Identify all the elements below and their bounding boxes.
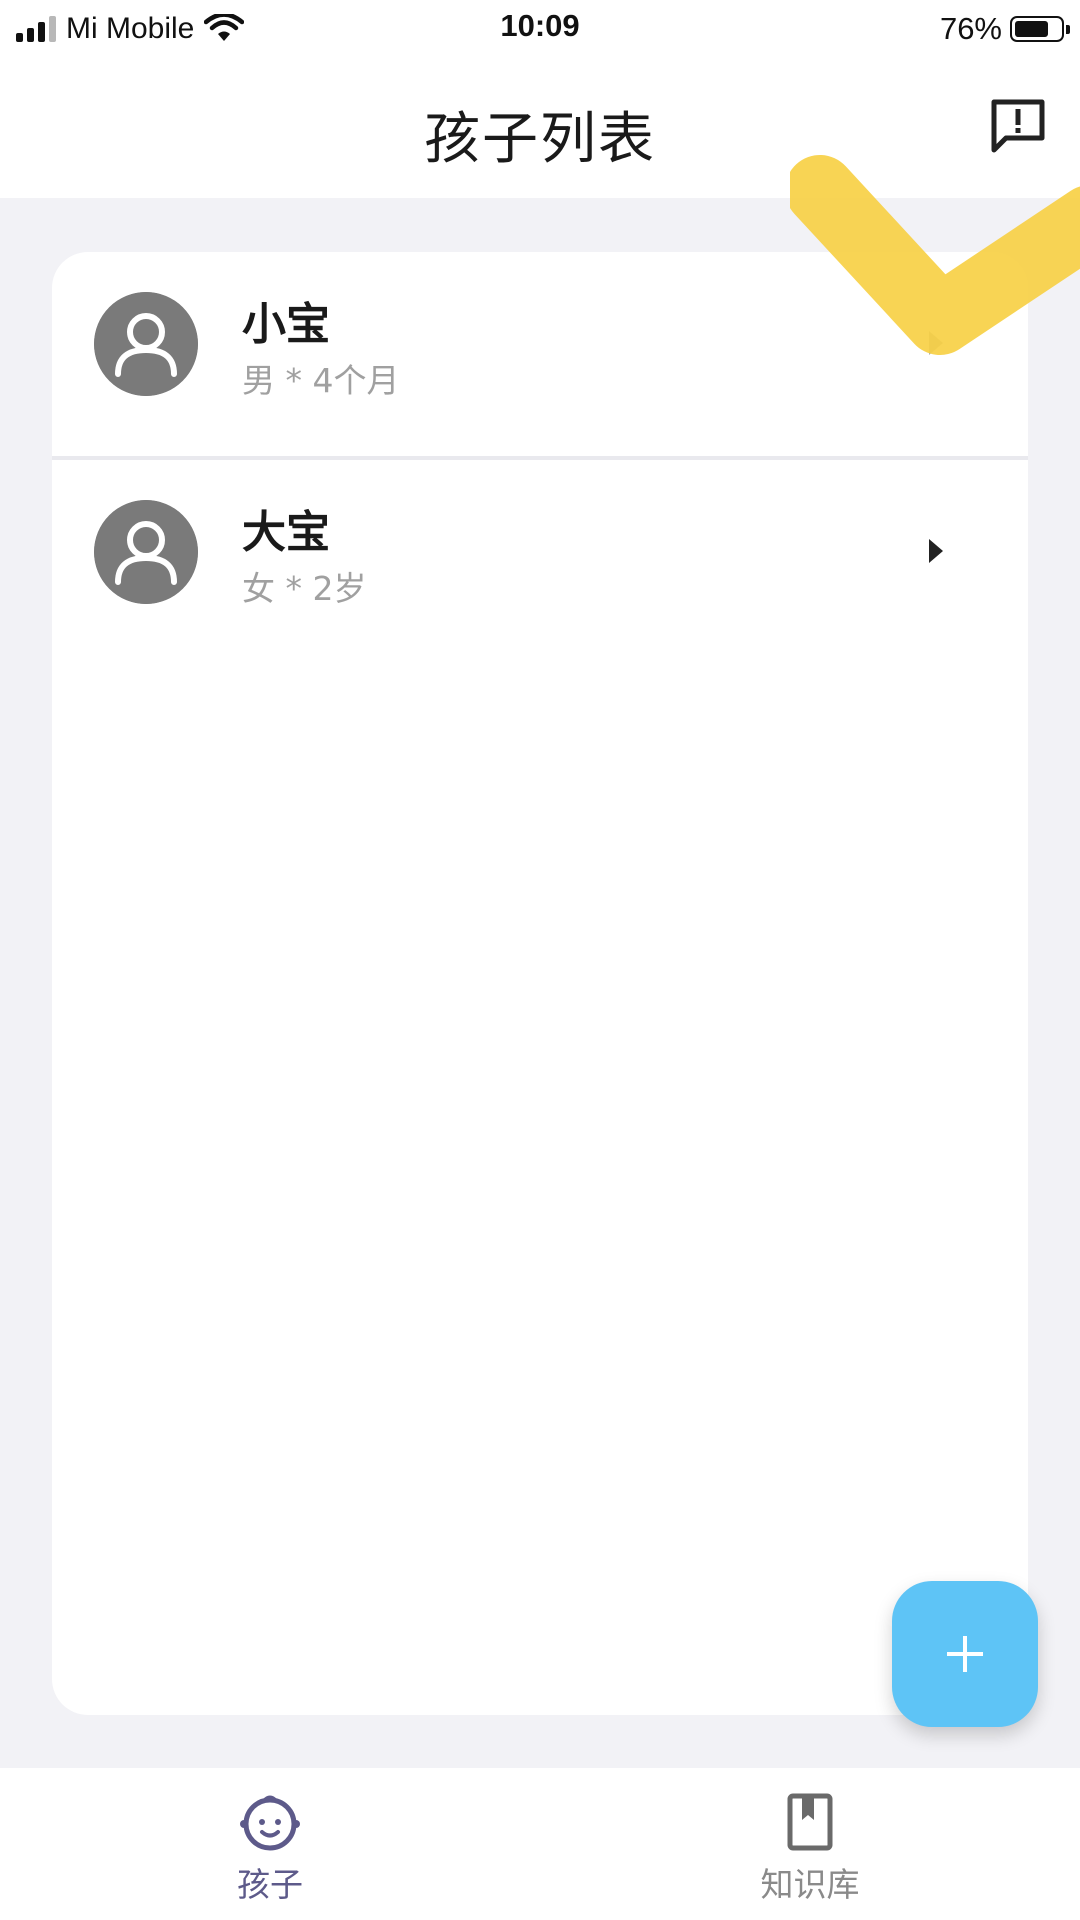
- child-row[interactable]: 小宝 男 * 4个月: [52, 252, 1028, 460]
- avatar-icon: [94, 500, 198, 604]
- avatar-icon: [94, 292, 198, 396]
- book-icon: [787, 1793, 833, 1851]
- feedback-alert-icon[interactable]: [986, 94, 1050, 158]
- children-list: 小宝 男 * 4个月 大宝 女 * 2岁: [52, 252, 1028, 1715]
- child-detail: 女 * 2岁: [242, 569, 367, 608]
- battery-fill: [1015, 21, 1048, 37]
- tab-children[interactable]: 孩子: [0, 1768, 540, 1920]
- tab-knowledge-base[interactable]: 知识库: [540, 1768, 1080, 1920]
- add-child-button[interactable]: [892, 1581, 1038, 1727]
- tab-label: 知识库: [760, 1865, 860, 1904]
- nav-header: 孩子列表: [0, 58, 1080, 198]
- baby-face-icon: [240, 1795, 300, 1851]
- chevron-right-icon: [929, 331, 943, 355]
- app-screen: Mi Mobile 10:09 76% 孩子列表 小宝 男 * 4个月 大宝 女…: [0, 0, 1080, 1920]
- chevron-right-icon: [929, 539, 943, 563]
- page-title: 孩子列表: [424, 107, 656, 172]
- tab-label: 孩子: [237, 1865, 303, 1904]
- child-row[interactable]: 大宝 女 * 2岁: [52, 460, 1028, 666]
- child-name: 小宝: [242, 299, 330, 350]
- bottom-tab-bar: 孩子 知识库: [0, 1768, 1080, 1920]
- plus-icon: [947, 1636, 983, 1672]
- battery-icon: [1010, 16, 1070, 42]
- status-bar: Mi Mobile 10:09 76%: [0, 0, 1080, 58]
- child-detail: 男 * 4个月: [242, 361, 400, 400]
- status-right: 76%: [939, 8, 1070, 50]
- child-name: 大宝: [242, 507, 330, 558]
- status-time: 10:09: [500, 8, 580, 43]
- battery-percent: 76%: [939, 11, 1002, 46]
